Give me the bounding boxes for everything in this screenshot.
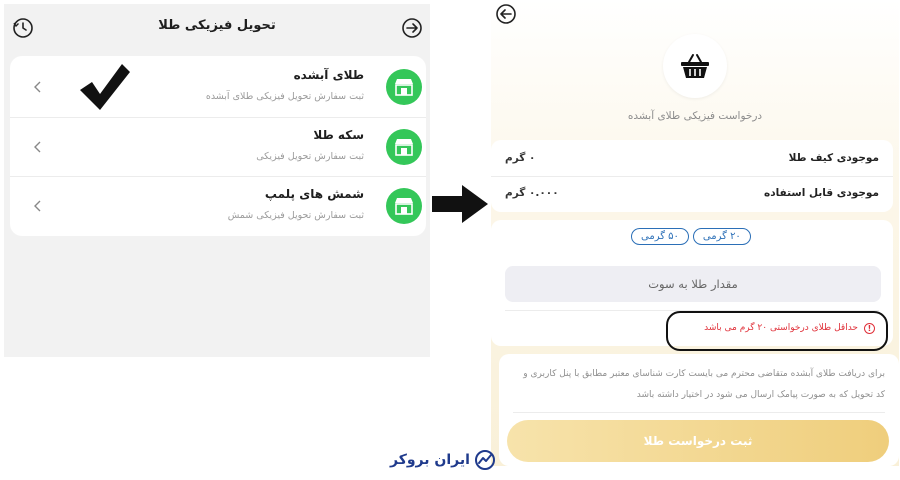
category-subtitle: ثبت سفارش تحویل فیزیکی — [256, 151, 364, 162]
category-title: طلای آبشده — [293, 68, 364, 82]
physical-delivery-screen: تحویل فیزیکی طلا طلای آبشده ثبت سفارش تح… — [4, 4, 430, 357]
watermark-text: ایران بروکر — [390, 452, 470, 468]
balance-card: موجودی کیف طلا ۰ گرم موجودی قابل استفاده… — [491, 140, 893, 212]
divider — [513, 412, 885, 413]
delivery-info-text: برای دریافت طلای آبشده متقاضی محترم می ب… — [523, 369, 885, 400]
page-subtitle: درخواست فیزیکی طلای آبشده — [627, 110, 763, 122]
wallet-balance-value: ۰ گرم — [505, 152, 536, 164]
category-title: سکه طلا — [313, 128, 364, 142]
store-icon — [386, 69, 422, 105]
header: تحویل فیزیکی طلا — [4, 4, 430, 52]
chip-20-gram[interactable]: ۲۰ گرمی — [692, 228, 751, 245]
category-item-sealed-bars[interactable]: شمش های پلمپ ثبت سفارش تحویل فیزیکی شمش — [10, 176, 426, 234]
basket-icon — [663, 34, 727, 98]
watermark-logo: ایران بروکر — [390, 448, 510, 472]
store-icon — [386, 188, 422, 224]
quick-amount-chips: ۵۰ گرمی ۲۰ گرمی — [631, 228, 751, 245]
chevron-left-icon — [34, 200, 41, 212]
back-arrow-icon[interactable] — [495, 3, 517, 25]
request-card: ۵۰ گرمی ۲۰ گرمی ! حداقل طلای درخواستی ۲۰… — [491, 220, 893, 351]
highlight-oval — [666, 311, 888, 351]
checkmark-icon — [80, 64, 130, 110]
category-list: طلای آبشده ثبت سفارش تحویل فیزیکی طلای آ… — [10, 56, 426, 236]
brand-logo-icon — [474, 450, 495, 470]
wallet-balance-label: موجودی کیف طلا — [788, 152, 879, 164]
category-subtitle: ثبت سفارش تحویل فیزیکی شمش — [227, 210, 364, 221]
usable-balance-value: ۰.۰۰۰ گرم — [505, 187, 559, 199]
store-icon — [386, 129, 422, 165]
gold-amount-input[interactable] — [505, 266, 881, 302]
page-title: تحویل فیزیکی طلا — [158, 18, 276, 33]
chevron-left-icon — [34, 141, 41, 153]
category-subtitle: ثبت سفارش تحویل فیزیکی طلای آبشده — [205, 91, 364, 102]
category-item-gold-coin[interactable]: سکه طلا ثبت سفارش تحویل فیزیکی — [10, 117, 426, 175]
gold-request-screen: درخواست فیزیکی طلای آبشده موجودی کیف طلا… — [491, 0, 899, 466]
usable-balance-label: موجودی قابل استفاده — [764, 187, 879, 199]
info-card: برای دریافت طلای آبشده متقاضی محترم می ب… — [499, 354, 899, 466]
chevron-left-icon — [34, 81, 41, 93]
forward-arrow-icon[interactable] — [401, 17, 423, 39]
category-title: شمش های پلمپ — [264, 187, 364, 201]
category-item-melted-gold[interactable]: طلای آبشده ثبت سفارش تحویل فیزیکی طلای آ… — [10, 58, 426, 116]
usable-balance-row: موجودی قابل استفاده ۰.۰۰۰ گرم — [491, 176, 893, 210]
submit-request-button[interactable]: ثبت درخواست طلا — [507, 420, 889, 462]
wallet-balance-row: موجودی کیف طلا ۰ گرم — [491, 142, 893, 176]
chip-50-gram[interactable]: ۵۰ گرمی — [631, 228, 689, 245]
arrow-right-icon — [432, 185, 488, 223]
